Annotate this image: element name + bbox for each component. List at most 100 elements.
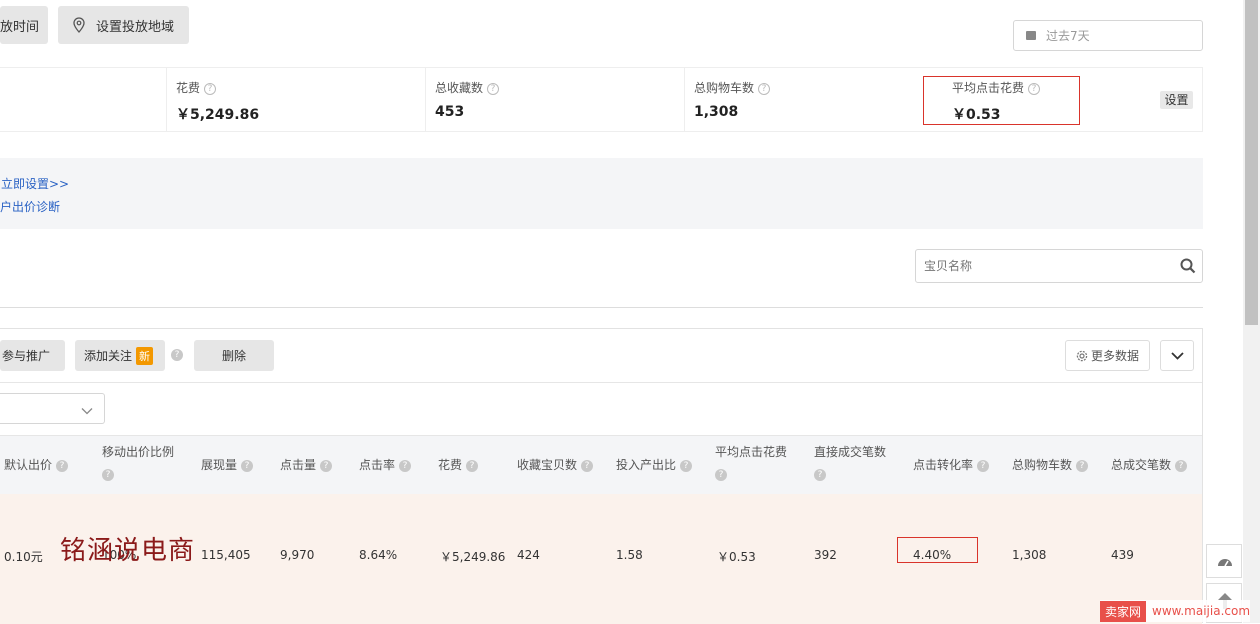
add-follow-button[interactable]: 添加关注 新 xyxy=(75,340,165,371)
col-header-clicks[interactable]: 点击量? xyxy=(280,454,333,476)
notice-panel: 立即设置>> 户出价诊断 xyxy=(0,158,1203,229)
metric-favorites: 总收藏数? 453 xyxy=(425,68,685,131)
col-header-favorites[interactable]: 收藏宝贝数? xyxy=(517,454,594,476)
metric-settings-label: 设置 xyxy=(1164,93,1189,107)
col-header-direct-orders[interactable]: 直接成交笔数? xyxy=(814,441,904,485)
help-icon[interactable]: ? xyxy=(814,468,826,481)
notice-setup-link[interactable]: 立即设置>> xyxy=(1,175,69,192)
help-icon[interactable]: ? xyxy=(241,459,254,472)
location-pin-icon xyxy=(70,16,88,34)
cell-clicks: 9,970 xyxy=(280,548,315,562)
table-header-row: 默认出价? 移动出价比例? 展现量? 点击量? 点击率? 花费? 收藏宝贝数? … xyxy=(0,436,1202,494)
help-icon[interactable]: ? xyxy=(466,459,479,472)
time-setting-label: 放时间 xyxy=(0,19,40,35)
help-icon[interactable]: ? xyxy=(171,349,183,361)
date-range-text: 过去7天 xyxy=(1046,29,1090,43)
add-follow-label: 添加关注 xyxy=(84,349,133,363)
metric-cart: 总购物车数? 1,308 xyxy=(684,68,944,131)
cell-roi: 1.58 xyxy=(616,548,643,562)
col-header-cart-total[interactable]: 总购物车数? xyxy=(1012,454,1089,476)
cell-favorites: 424 xyxy=(517,548,540,562)
col-header-roi[interactable]: 投入产出比? xyxy=(616,454,693,476)
expand-toggle-button[interactable] xyxy=(1160,340,1194,371)
help-icon[interactable]: ? xyxy=(758,82,771,95)
footer-watermark: 卖家网 www.maijia.com xyxy=(1100,600,1251,622)
col-header-mobile-bid-ratio[interactable]: 移动出价比例? xyxy=(102,441,192,485)
help-icon[interactable]: ? xyxy=(581,459,594,472)
cell-direct-orders: 392 xyxy=(814,548,837,562)
metric-spend: 花费? ￥5,249.86 xyxy=(166,68,426,131)
col-header-label: 花费 xyxy=(438,458,463,472)
metric-spend-label: 花费 xyxy=(176,81,201,95)
delete-button[interactable]: 删除 xyxy=(194,340,274,371)
col-header-label: 投入产出比 xyxy=(616,458,677,472)
col-header-total-orders[interactable]: 总成交笔数? xyxy=(1111,454,1188,476)
more-data-label: 更多数据 xyxy=(1091,349,1140,363)
cell-default-bid[interactable]: 0.10元 xyxy=(4,548,43,565)
chevron-down-icon xyxy=(1171,350,1184,364)
scrollbar-thumb[interactable] xyxy=(1245,0,1258,325)
chevron-down-icon xyxy=(81,404,93,418)
item-search-box[interactable] xyxy=(915,249,1203,283)
help-icon[interactable]: ? xyxy=(320,459,333,472)
help-icon[interactable]: ? xyxy=(102,468,114,481)
col-header-label: 直接成交笔数 xyxy=(814,445,887,459)
help-icon[interactable]: ? xyxy=(1175,459,1188,472)
metric-favorites-value: 453 xyxy=(435,104,465,120)
col-header-label: 点击转化率 xyxy=(913,458,974,472)
cell-ctr: 8.64% xyxy=(359,548,398,562)
help-icon[interactable]: ? xyxy=(204,82,217,95)
region-setting-label: 设置投放地域 xyxy=(96,19,175,35)
col-header-label: 平均点击花费 xyxy=(715,445,788,459)
item-search-input[interactable] xyxy=(924,257,1164,275)
delete-label: 删除 xyxy=(221,349,246,363)
date-range-picker[interactable]: 过去7天 xyxy=(1013,20,1203,51)
help-icon[interactable]: ? xyxy=(1076,459,1089,472)
col-header-conversion-rate[interactable]: 点击转化率? xyxy=(913,454,990,476)
table-container: 参与推广 添加关注 新 ? 删除 更多数据 默认出价? 移动出价比例? 展现量?… xyxy=(0,328,1203,624)
calendar-icon xyxy=(1026,31,1036,40)
region-setting-button[interactable]: 设置投放地域 xyxy=(58,6,189,44)
col-header-label: 点击量 xyxy=(280,458,317,472)
metric-cart-value: 1,308 xyxy=(694,104,739,120)
metric-cart-label: 总购物车数 xyxy=(694,81,755,95)
help-icon[interactable]: ? xyxy=(680,459,693,472)
more-data-button[interactable]: 更多数据 xyxy=(1065,340,1150,371)
col-header-impressions[interactable]: 展现量? xyxy=(201,454,254,476)
footer-url: www.maijia.com xyxy=(1152,604,1251,618)
participate-label: 参与推广 xyxy=(2,349,51,363)
cell-cart-total: 1,308 xyxy=(1012,548,1047,562)
cell-impressions: 115,405 xyxy=(201,548,251,562)
filter-dropdown[interactable] xyxy=(0,393,105,424)
help-icon[interactable]: ? xyxy=(487,82,500,95)
time-setting-button[interactable]: 放时间 xyxy=(0,6,48,44)
help-icon[interactable]: ? xyxy=(399,459,412,472)
search-icon[interactable] xyxy=(1180,258,1196,277)
footer-brand: 卖家网 xyxy=(1100,600,1147,622)
highlight-box-conversion-rate xyxy=(897,537,978,563)
cell-total-orders: 439 xyxy=(1111,548,1134,562)
feedback-float-button[interactable] xyxy=(1206,544,1242,578)
col-header-label: 默认出价 xyxy=(4,458,53,472)
col-header-label: 收藏宝贝数 xyxy=(517,458,578,472)
page-scrollbar[interactable] xyxy=(1243,0,1260,623)
participate-button[interactable]: 参与推广 xyxy=(0,340,65,371)
cell-spend: ￥5,249.86 xyxy=(440,550,506,564)
col-header-spend[interactable]: 花费? xyxy=(438,454,479,476)
col-header-avg-cpc[interactable]: 平均点击花费? xyxy=(715,441,805,485)
col-header-label: 展现量 xyxy=(201,458,238,472)
row-divider xyxy=(0,382,1202,383)
help-icon[interactable]: ? xyxy=(715,468,727,481)
col-header-default-bid[interactable]: 默认出价? xyxy=(4,454,69,476)
col-header-label: 总成交笔数 xyxy=(1111,458,1172,472)
help-icon[interactable]: ? xyxy=(56,459,69,472)
col-header-ctr[interactable]: 点击率? xyxy=(359,454,412,476)
col-header-label: 移动出价比例 xyxy=(102,445,175,459)
help-icon[interactable]: ? xyxy=(977,459,990,472)
speedometer-icon xyxy=(1216,553,1234,572)
col-header-label: 点击率 xyxy=(359,458,396,472)
metric-settings-button[interactable]: 设置 xyxy=(1160,91,1193,109)
metric-spend-value: ￥5,249.86 xyxy=(176,107,260,123)
new-badge: 新 xyxy=(136,346,154,365)
notice-diagnosis-link[interactable]: 户出价诊断 xyxy=(0,198,60,215)
